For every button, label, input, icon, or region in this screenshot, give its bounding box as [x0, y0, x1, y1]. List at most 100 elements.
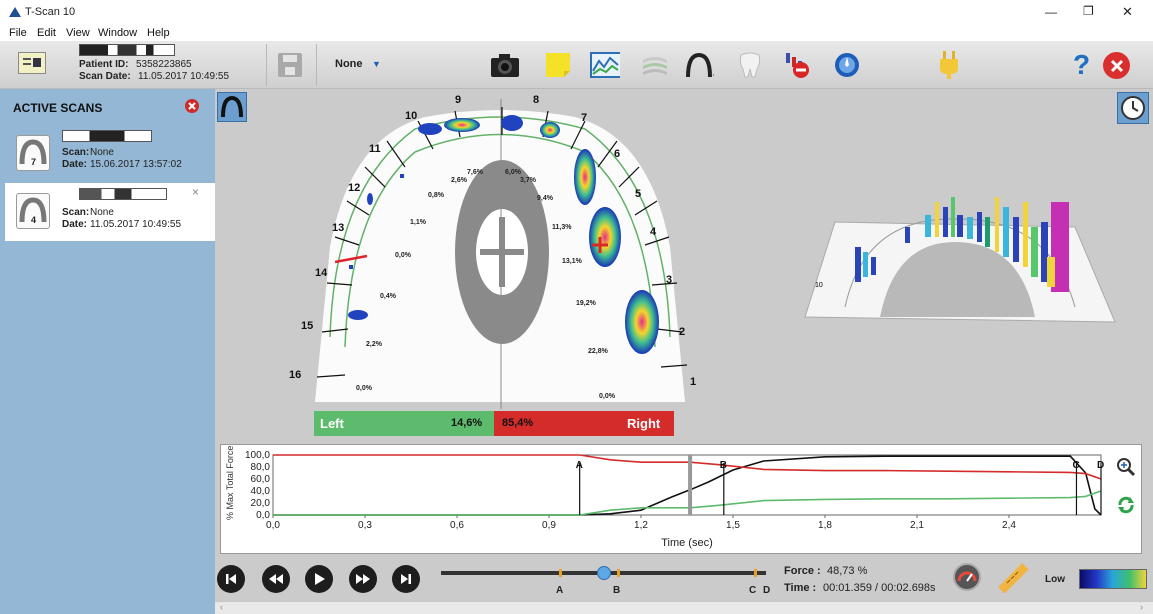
percent-label: 0,0%: [599, 393, 615, 400]
scan-label: Scan:: [62, 147, 90, 158]
tooth-number: 1: [690, 376, 697, 388]
timeline-marker-c: [754, 569, 757, 577]
timeline-toggle-icon[interactable]: [1117, 92, 1149, 124]
time-cursor: [688, 455, 693, 515]
patient-name-redacted: [79, 44, 175, 56]
close-window-button[interactable]: ✕: [1122, 4, 1133, 20]
menu-edit[interactable]: Edit: [37, 27, 56, 39]
ruler-icon[interactable]: [997, 563, 1029, 594]
right-force-bar: 85,4% Right: [494, 411, 674, 436]
right-label: Right: [627, 416, 661, 431]
graph-icon[interactable]: [590, 50, 620, 80]
chevron-down-icon[interactable]: ▼: [372, 59, 381, 69]
arch-3d-view[interactable]: 10: [785, 197, 1125, 337]
legend-low-label: Low: [1045, 574, 1065, 585]
layers-icon[interactable]: [640, 50, 670, 80]
menu-help[interactable]: Help: [147, 27, 170, 39]
scroll-right-icon[interactable]: ›: [1140, 602, 1143, 612]
zoom-in-icon[interactable]: [1116, 457, 1136, 477]
percent-label: 0,8%: [428, 192, 444, 199]
tooth-icon[interactable]: [735, 50, 765, 80]
y-tick-label: 80,0: [251, 462, 271, 473]
scan-date-value: 15.06.2017 13:57:02: [90, 159, 182, 170]
marker-label-b: B: [720, 460, 727, 471]
close-all-scans-icon[interactable]: [185, 99, 199, 113]
x-tick-label: 1,8: [818, 520, 832, 531]
percent-label: 19,2%: [576, 300, 596, 307]
left-force-bar: Left 14,6%: [314, 411, 494, 436]
help-icon[interactable]: ?: [1073, 49, 1090, 81]
force-graph-container: % Max Total Force 100,0 80,0 60,0 40,0 20,0 0,…: [220, 444, 1142, 554]
menu-window[interactable]: Window: [98, 27, 137, 39]
patient-card-icon[interactable]: [18, 52, 46, 74]
minimize-button[interactable]: —: [1045, 5, 1057, 19]
percent-label: 22,8%: [588, 348, 608, 355]
tooth-number: 6: [614, 148, 621, 160]
speedometer-icon[interactable]: [953, 563, 981, 591]
x-tick-label: 2,1: [910, 520, 924, 531]
force-chart[interactable]: % Max Total Force 100,080,060,040,020,0 0,…: [221, 445, 1111, 553]
patient-id-value: 5358223865: [136, 59, 192, 70]
percent-label: 3,7%: [520, 177, 536, 184]
close-app-icon[interactable]: [1103, 52, 1130, 79]
percent-label: 6,0%: [505, 169, 521, 176]
timeline-label-a: A: [556, 585, 564, 596]
percent-label: 13,1%: [562, 258, 582, 265]
camera-icon[interactable]: [490, 50, 520, 80]
arch-icon[interactable]: [684, 50, 714, 80]
compass-icon[interactable]: [832, 50, 862, 80]
scan-card-selected[interactable]: × 4 Scan: None Date: 11.05.2017 10:49:55: [5, 183, 215, 241]
play-icon[interactable]: [305, 565, 333, 593]
menu-bar: File Edit View Window Help: [0, 26, 1153, 41]
scan-date-value: 11.05.2017 10:49:55: [138, 71, 230, 82]
tooth-number: 7: [581, 112, 588, 124]
force-value: 48,73 %: [827, 565, 868, 577]
scan-number: 4: [31, 215, 37, 225]
plot-area: [272, 454, 1102, 516]
tscan-logo-icon: [9, 7, 21, 17]
arch-view-panel: 1 2 3 4 5 6 7 8 9 10 11 12 13 14 15 16 0…: [215, 89, 1153, 441]
tooth-number: 2: [679, 326, 686, 338]
menu-view[interactable]: View: [66, 27, 90, 39]
tooth-number: 4: [650, 226, 657, 238]
x-tick-label: 1,5: [726, 520, 740, 531]
force-graph-panel: % Max Total Force 100,0 80,0 60,0 40,0 20,0 0,…: [215, 441, 1153, 557]
window-title: T-Scan 10: [25, 6, 76, 18]
tooth-number: 11: [369, 143, 381, 155]
close-scan-icon[interactable]: ×: [192, 185, 199, 199]
sticky-note-icon[interactable]: [543, 50, 573, 80]
x-tick-label: 2,4: [1002, 520, 1016, 531]
refresh-icon[interactable]: [1116, 495, 1136, 515]
arch-view-toggle-icon[interactable]: [217, 92, 247, 122]
scan-value: None: [90, 207, 114, 218]
toolbar-divider: [316, 44, 317, 86]
no-marker-icon[interactable]: [782, 50, 812, 80]
x-tick-label: 0,6: [450, 520, 464, 531]
timeline-marker-b: [617, 569, 620, 577]
scroll-left-icon[interactable]: ‹: [220, 602, 223, 612]
tooth-number: 15: [301, 320, 314, 332]
mode-dropdown[interactable]: None: [335, 58, 363, 70]
skip-to-start-icon[interactable]: [217, 565, 245, 593]
fast-forward-icon[interactable]: [349, 565, 377, 593]
x-axis-label: Time (sec): [661, 537, 713, 549]
restore-button[interactable]: ❐: [1083, 4, 1094, 18]
percent-label: 2,2%: [366, 341, 382, 348]
tooth-number: 5: [635, 188, 642, 200]
tooth-number: 13: [332, 222, 345, 234]
tooth-number: 9: [455, 94, 462, 106]
scan-name-redacted: [79, 188, 167, 200]
skip-to-end-icon[interactable]: [392, 565, 420, 593]
scan-card[interactable]: 7 Scan: None Date: 15.06.2017 13:57:02: [5, 125, 215, 180]
timeline-slider-thumb[interactable]: [596, 566, 611, 580]
menu-file[interactable]: File: [9, 27, 27, 39]
tooth-number: 10: [405, 110, 418, 122]
marker-label-d: D: [1097, 460, 1104, 471]
plug-icon[interactable]: [934, 50, 964, 80]
svg-text:10: 10: [815, 282, 823, 289]
horizontal-scrollbar[interactable]: ‹ ›: [215, 601, 1153, 614]
save-icon[interactable]: [278, 53, 302, 77]
active-scans-header: ACTIVE SCANS: [0, 89, 215, 123]
rewind-icon[interactable]: [262, 565, 290, 593]
time-value: 00:01.359 / 00:02.698s: [823, 582, 936, 594]
